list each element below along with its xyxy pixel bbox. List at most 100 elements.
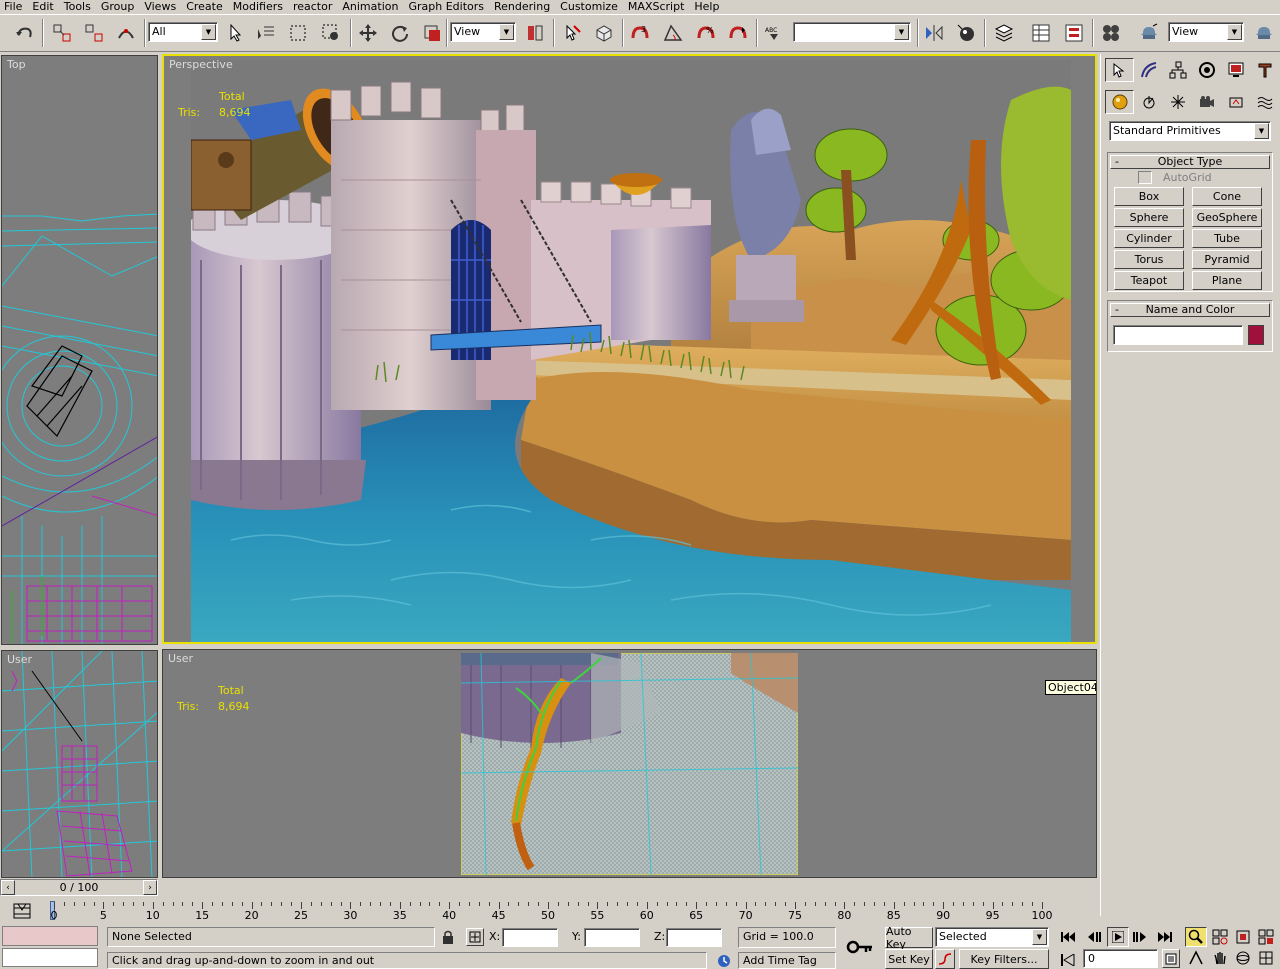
autogrid-checkbox[interactable] [1138,171,1152,184]
quick-render-icon[interactable] [1252,21,1276,45]
x-coord-input[interactable] [502,928,558,947]
percent-snap-icon[interactable]: % [694,21,718,45]
object-type-header[interactable]: - Object Type [1110,155,1270,169]
space-warps-icon[interactable] [1250,90,1279,114]
cylinder-button[interactable]: Cylinder [1114,229,1184,248]
maxscript-listener-white[interactable] [2,948,98,967]
menu-maxscript[interactable]: MAXScript [623,0,689,13]
pivot-center-icon[interactable] [523,21,547,45]
object-color-swatch[interactable] [1248,325,1264,345]
shapes-icon[interactable] [1134,90,1163,114]
bind-space-warp-icon[interactable] [114,21,138,45]
spinner-snap-icon[interactable] [726,21,750,45]
time-config-icon[interactable] [1162,949,1180,968]
zoom-all-icon[interactable] [1209,927,1231,947]
edit-named-selection-icon[interactable]: ABC [762,21,786,45]
next-frame-arrow-icon[interactable]: › [143,880,157,895]
go-to-start-icon[interactable] [1058,929,1078,945]
prev-frame-arrow-icon[interactable]: ‹ [1,880,15,895]
y-coord-input[interactable] [584,928,640,947]
viewport-label[interactable]: User [168,652,193,665]
keyboard-shortcut-override-icon[interactable] [592,21,616,45]
menu-animation[interactable]: Animation [337,0,403,13]
next-frame-icon[interactable] [1130,929,1150,945]
menu-help[interactable]: Help [689,0,724,13]
key-tangent-icon[interactable] [935,949,955,969]
menu-file[interactable]: File [0,0,27,13]
previous-frame-icon[interactable] [1084,929,1104,945]
helpers-icon[interactable] [1221,90,1250,114]
angle-snap-icon[interactable] [661,21,685,45]
field-of-view-icon[interactable] [1185,948,1207,968]
select-object-icon[interactable] [223,21,247,45]
track-bar[interactable]: 0 5 10 15 20 25 30 35 40 45 50 55 60 65 70 75 80 85 90 95 10… [0,900,1100,924]
menu-group[interactable]: Group [96,0,140,13]
menu-tools[interactable]: Tools [59,0,96,13]
align-icon[interactable] [954,21,978,45]
menu-edit[interactable]: Edit [27,0,58,13]
unlink-icon[interactable] [82,21,106,45]
geosphere-button[interactable]: GeoSphere [1192,208,1262,227]
set-key-button[interactable]: Set Key [885,949,933,969]
auto-key-button[interactable]: Auto Key [885,925,933,951]
menu-views[interactable]: Views [139,0,181,13]
display-tab-icon[interactable] [1221,58,1250,82]
named-selection-sets-dropdown[interactable]: ▼ [793,22,911,42]
viewport-label[interactable]: User [7,653,32,666]
mirror-icon[interactable] [922,21,946,45]
cameras-icon[interactable] [1192,90,1221,114]
select-link-icon[interactable] [50,21,74,45]
viewport-label[interactable]: Top [7,58,26,71]
key-mode-dropdown[interactable]: Selected ▼ [935,927,1049,947]
absolute-mode-icon[interactable] [466,928,484,946]
zoom-icon[interactable] [1185,927,1207,947]
scale-icon[interactable] [420,21,444,45]
object-name-input[interactable] [1113,325,1243,345]
plane-button[interactable]: Plane [1192,271,1262,290]
cone-button[interactable]: Cone [1192,187,1262,206]
layer-manager-icon[interactable] [992,21,1016,45]
rotate-icon[interactable] [388,21,412,45]
z-coord-input[interactable] [666,928,722,947]
viewport-perspective[interactable]: Perspective Total Tris: 8,694 [162,54,1097,644]
arc-rotate-icon[interactable] [1232,948,1254,968]
select-by-name-icon[interactable] [254,21,278,45]
lock-icon[interactable] [441,929,455,945]
key-filters-button[interactable]: Key Filters... [959,949,1049,969]
menu-modifiers[interactable]: Modifiers [228,0,288,13]
hierarchy-tab-icon[interactable] [1163,58,1192,82]
geometry-icon[interactable] [1105,90,1134,114]
menu-rendering[interactable]: Rendering [489,0,555,13]
viewport-user-main[interactable]: User Total Tris: 8,694 Object04 [162,649,1097,878]
selection-filter-dropdown[interactable]: All ▼ [148,22,218,42]
menu-customize[interactable]: Customize [555,0,623,13]
menu-create[interactable]: Create [181,0,228,13]
undo-icon[interactable] [12,21,36,45]
move-icon[interactable] [356,21,380,45]
current-frame-input[interactable]: 0 [1083,949,1158,968]
reference-coordinate-dropdown[interactable]: View ▼ [450,22,516,42]
lights-icon[interactable] [1163,90,1192,114]
key-mode-toggle-icon[interactable] [1058,952,1078,968]
torus-button[interactable]: Torus [1114,250,1184,269]
schematic-view-icon[interactable] [1062,21,1086,45]
pan-view-icon[interactable] [1209,948,1231,968]
rectangular-selection-icon[interactable] [286,21,310,45]
play-icon[interactable] [1107,927,1129,947]
material-editor-icon[interactable] [1099,21,1123,45]
menu-graph-editors[interactable]: Graph Editors [403,0,489,13]
maximize-viewport-icon[interactable] [1255,948,1277,968]
render-scene-icon[interactable] [1137,21,1161,45]
zoom-extents-all-icon[interactable] [1255,927,1277,947]
maxscript-listener-pink[interactable] [2,926,98,946]
snap-toggle-icon[interactable]: 3 [628,21,652,45]
viewport-user-left[interactable]: User [1,650,158,878]
time-slider[interactable]: ‹ 0 / 100 › [0,879,158,896]
add-time-tag-button[interactable]: Add Time Tag [738,952,836,969]
teapot-button[interactable]: Teapot [1114,271,1184,290]
select-manipulate-icon[interactable] [560,21,584,45]
create-tab-icon[interactable] [1105,58,1134,82]
viewport-label[interactable]: Perspective [169,58,233,71]
render-type-dropdown[interactable]: View ▼ [1168,22,1244,42]
menu-reactor[interactable]: reactor [288,0,337,13]
